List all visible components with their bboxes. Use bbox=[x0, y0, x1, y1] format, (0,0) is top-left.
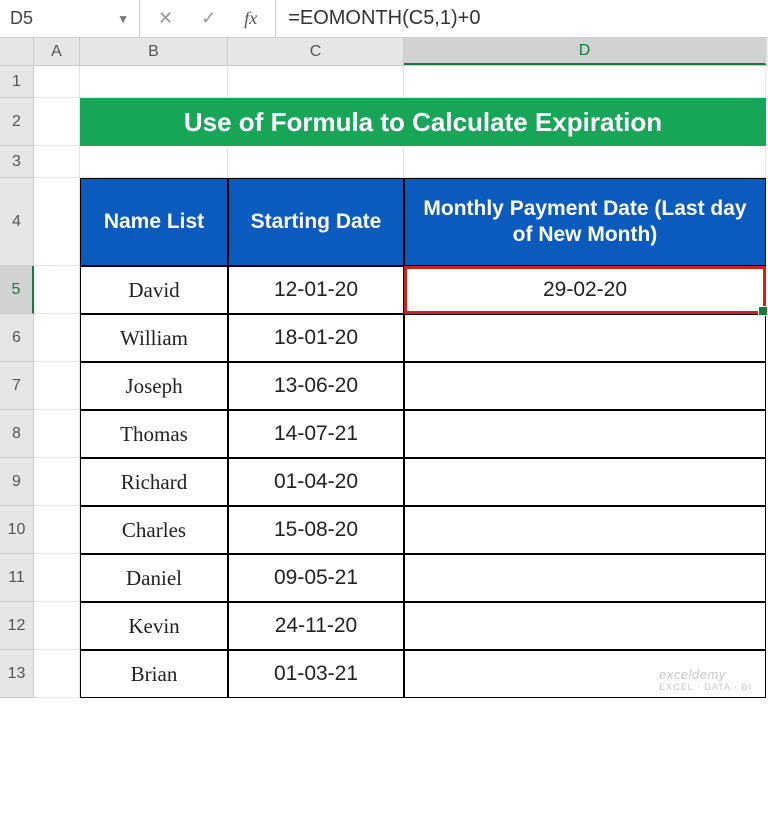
title-banner[interactable]: Use of Formula to Calculate Expiration bbox=[80, 98, 766, 146]
cell[interactable] bbox=[34, 554, 80, 602]
cell-payment[interactable] bbox=[404, 650, 766, 698]
col-header-A[interactable]: A bbox=[34, 38, 80, 65]
row-header-1[interactable]: 1 bbox=[0, 66, 34, 98]
cell[interactable] bbox=[34, 146, 80, 178]
name-box-dropdown-icon[interactable]: ▼ bbox=[117, 12, 129, 26]
col-header-C[interactable]: C bbox=[228, 38, 404, 65]
header-name[interactable]: Name List bbox=[80, 178, 228, 266]
cell-payment[interactable] bbox=[404, 554, 766, 602]
cell[interactable] bbox=[34, 410, 80, 458]
cell-start[interactable]: 12-01-20 bbox=[228, 266, 404, 314]
cell-start[interactable]: 14-07-21 bbox=[228, 410, 404, 458]
col-header-D[interactable]: D bbox=[404, 38, 766, 65]
cell-start[interactable]: 15-08-20 bbox=[228, 506, 404, 554]
cell-start[interactable]: 18-01-20 bbox=[228, 314, 404, 362]
row-header-6[interactable]: 6 bbox=[0, 314, 34, 362]
cell[interactable] bbox=[228, 66, 404, 98]
row-header-13[interactable]: 13 bbox=[0, 650, 34, 698]
cell[interactable] bbox=[34, 178, 80, 266]
column-headers: A B C D bbox=[34, 38, 768, 66]
cell-payment[interactable] bbox=[404, 506, 766, 554]
cell-name[interactable]: Brian bbox=[80, 650, 228, 698]
formula-bar: D5 ▼ ✕ ✓ fx =EOMONTH(C5,1)+0 bbox=[0, 0, 768, 38]
row-header-2[interactable]: 2 bbox=[0, 98, 34, 146]
row-header-11[interactable]: 11 bbox=[0, 554, 34, 602]
cell-start[interactable]: 09-05-21 bbox=[228, 554, 404, 602]
cell[interactable] bbox=[80, 146, 228, 178]
cell-payment[interactable] bbox=[404, 458, 766, 506]
cell[interactable] bbox=[34, 602, 80, 650]
cell[interactable] bbox=[404, 146, 766, 178]
cell-start[interactable]: 01-04-20 bbox=[228, 458, 404, 506]
header-start[interactable]: Starting Date bbox=[228, 178, 404, 266]
cell[interactable] bbox=[228, 146, 404, 178]
cell-payment[interactable] bbox=[404, 362, 766, 410]
cell[interactable] bbox=[34, 362, 80, 410]
formula-input[interactable]: =EOMONTH(C5,1)+0 bbox=[276, 0, 768, 37]
worksheet: A B C D 1 2 3 4 5 6 7 8 9 10 11 12 13 Us… bbox=[0, 38, 768, 698]
cell-payment[interactable] bbox=[404, 410, 766, 458]
confirm-icon[interactable]: ✓ bbox=[201, 8, 216, 29]
cell bbox=[34, 314, 80, 362]
row-header-5[interactable]: 5 bbox=[0, 266, 34, 314]
cell-name[interactable]: David bbox=[80, 266, 228, 314]
row-header-7[interactable]: 7 bbox=[0, 362, 34, 410]
row-header-3[interactable]: 3 bbox=[0, 146, 34, 178]
cell-payment[interactable] bbox=[404, 602, 766, 650]
select-all-corner[interactable] bbox=[0, 38, 34, 66]
cell-name[interactable]: Kevin bbox=[80, 602, 228, 650]
cell[interactable] bbox=[34, 650, 80, 698]
cell-name[interactable]: Joseph bbox=[80, 362, 228, 410]
name-box[interactable]: D5 ▼ bbox=[0, 0, 140, 37]
formula-text: =EOMONTH(C5,1)+0 bbox=[288, 7, 480, 30]
cell[interactable] bbox=[404, 66, 766, 98]
row-header-12[interactable]: 12 bbox=[0, 602, 34, 650]
cell[interactable] bbox=[34, 66, 80, 98]
cell-name[interactable]: Daniel bbox=[80, 554, 228, 602]
cells-area: Use of Formula to Calculate Expiration N… bbox=[34, 66, 768, 698]
fx-icon[interactable]: fx bbox=[244, 8, 257, 29]
cell-name[interactable]: Charles bbox=[80, 506, 228, 554]
cell-start[interactable]: 01-03-21 bbox=[228, 650, 404, 698]
row-headers: 1 2 3 4 5 6 7 8 9 10 11 12 13 bbox=[0, 66, 34, 698]
cell-name[interactable]: William bbox=[80, 314, 228, 362]
cell[interactable] bbox=[34, 266, 80, 314]
cell[interactable] bbox=[34, 506, 80, 554]
cancel-icon[interactable]: ✕ bbox=[158, 8, 173, 29]
row-header-10[interactable]: 10 bbox=[0, 506, 34, 554]
cell-start[interactable]: 13-06-20 bbox=[228, 362, 404, 410]
row-header-4[interactable]: 4 bbox=[0, 178, 34, 266]
cell-start[interactable]: 24-11-20 bbox=[228, 602, 404, 650]
header-payment[interactable]: Monthly Payment Date (Last day of New Mo… bbox=[404, 178, 766, 266]
cell-name[interactable]: Richard bbox=[80, 458, 228, 506]
cell-name[interactable]: Thomas bbox=[80, 410, 228, 458]
title-text: Use of Formula to Calculate Expiration bbox=[184, 107, 662, 138]
col-header-B[interactable]: B bbox=[80, 38, 228, 65]
name-box-value: D5 bbox=[10, 8, 33, 29]
row-header-8[interactable]: 8 bbox=[0, 410, 34, 458]
row-header-9[interactable]: 9 bbox=[0, 458, 34, 506]
cell-payment[interactable] bbox=[404, 314, 766, 362]
cell[interactable] bbox=[80, 66, 228, 98]
cell[interactable] bbox=[34, 458, 80, 506]
cell[interactable] bbox=[34, 98, 80, 146]
formula-bar-buttons: ✕ ✓ fx bbox=[140, 0, 276, 37]
cell-payment[interactable]: 29-02-20 bbox=[404, 266, 766, 314]
